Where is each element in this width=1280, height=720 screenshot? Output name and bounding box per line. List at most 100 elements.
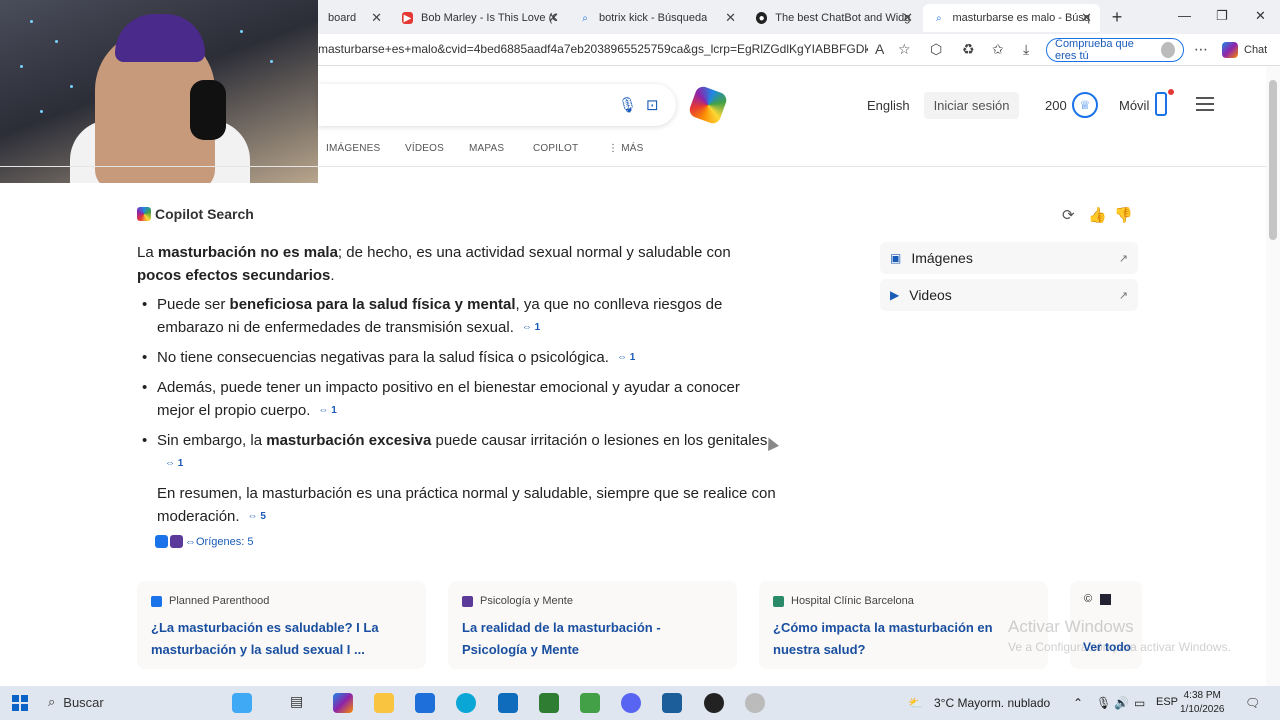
mobile-link[interactable]: Móvil [1119,98,1149,113]
read-aloud-icon[interactable]: A [875,41,884,57]
browser-essentials-icon[interactable]: ♻ [962,41,975,58]
extensions-icon[interactable]: ⬡ [930,41,942,58]
minimize-icon[interactable]: — [1178,8,1191,23]
tab-images[interactable]: IMÁGENES [326,143,380,154]
clock[interactable]: 4:38 PM 1/10/2026 [1180,689,1225,717]
taskbar: ⌕ Buscar ▤ ⛅ 3°C Mayorm. nublado ⌃ 🎙 🔊 ▭… [0,686,1280,720]
file-explorer-icon[interactable] [374,693,394,713]
close-icon[interactable]: ✕ [371,10,382,26]
weather-icon[interactable]: ⛅ [908,696,923,710]
maximize-icon[interactable]: ❐ [1216,8,1228,24]
app-icon[interactable] [745,693,765,713]
close-icon[interactable]: ✕ [1081,10,1092,26]
source-card[interactable]: Hospital Clínic Barcelona ¿Cómo impacta … [759,581,1048,669]
source-favicon-icon [1100,594,1111,605]
source-favicon-icon [773,595,784,607]
tab-maps[interactable]: MAPAS [469,143,504,154]
card-title[interactable]: ¿La masturbación es saludable? I La mast… [151,617,412,661]
close-icon[interactable]: ✕ [902,10,913,26]
citation-link[interactable]: ⇔ 1 [617,346,635,369]
tab-botrix-search[interactable]: ⌕ botrix kick - Búsqueda ✕ [569,4,744,32]
signin-button[interactable]: Iniciar sesión [924,92,1019,119]
source-favicon-icon [155,535,168,548]
downloads-icon[interactable]: ⤓ [1023,41,1029,58]
copilot-app-icon[interactable] [333,693,353,713]
rewards-points[interactable]: 200 [1045,98,1067,113]
visual-search-icon[interactable]: ⊡ [646,96,659,114]
scrollbar-thumb[interactable] [1269,80,1277,240]
tab-videos[interactable]: VÍDEOS [405,143,444,154]
close-icon[interactable]: ✕ [548,10,559,26]
citation-link[interactable]: ⇔ 1 [318,399,336,422]
copilot-chat-button[interactable]: Chat [1222,42,1267,58]
edge-icon[interactable] [456,693,476,713]
language-indicator[interactable]: ESP [1156,696,1178,708]
source-favicon-icon [151,595,162,607]
more-options-icon[interactable]: ⋯ [1194,41,1208,58]
taskbar-search[interactable]: ⌕ Buscar [48,694,104,710]
source-card[interactable]: Planned Parenthood ¿La masturbación es s… [137,581,426,669]
card-source: Planned Parenthood [151,595,412,607]
see-all-link[interactable]: Ver todo [1083,640,1131,654]
origins-link[interactable]: ⇔ Orígenes: 5 [155,535,253,548]
tab-copilot[interactable]: COPILOT [533,143,578,154]
notifications-icon[interactable]: 🗨 [1245,696,1260,710]
card-title[interactable]: ¿Cómo impacta la masturbación en nuestra… [773,617,1034,661]
sidebar-item-videos[interactable]: ▶ Videos ↗ [880,279,1138,311]
source-favicon-icon [462,595,473,607]
webcam-overlay [0,0,318,183]
new-tab-button[interactable]: + [1104,6,1130,28]
card-title[interactable]: La realidad de la masturbación - Psicolo… [462,617,723,661]
microphone-icon[interactable]: 🎙 [618,96,637,114]
speaker-icon[interactable]: 🔊 [1114,696,1129,710]
discord-icon[interactable] [621,693,641,713]
network-icon[interactable]: ▭ [1134,696,1145,710]
app-icon[interactable] [232,693,252,713]
url-field[interactable]: masturbarse+es+malo&cvid=4bed6885aadf4a7… [318,42,868,56]
citation-link[interactable]: ⇔ 1 [522,316,540,339]
weather-text[interactable]: 3°C Mayorm. nublado [934,696,1050,710]
obs-icon[interactable] [704,693,724,713]
app-icon[interactable] [580,693,600,713]
app-icon[interactable] [662,693,682,713]
close-icon[interactable]: ✕ [725,10,736,26]
menu-icon[interactable] [1196,97,1214,111]
copilot-logo-icon[interactable] [687,84,729,126]
language-link[interactable]: English [867,98,910,113]
external-link-icon: ↗ [1118,289,1128,302]
thumbs-down-icon[interactable]: 👎 [1114,206,1133,224]
copilot-icon [137,207,151,221]
card-source: Hospital Clínic Barcelona [773,595,1034,607]
chevron-up-icon[interactable]: ⌃ [1073,696,1083,710]
tab-dashboard[interactable]: board ✕ [318,4,390,32]
microphone-icon[interactable]: 🎙 [1096,696,1111,710]
search-box[interactable]: 🎙 ⊡ [318,84,676,126]
nvidia-icon[interactable] [539,693,559,713]
avatar [1161,42,1175,58]
source-card[interactable]: Psicología y Mente La realidad de la mas… [448,581,737,669]
store-icon[interactable] [415,693,435,713]
windows-start-icon[interactable] [12,695,28,711]
favorite-star-icon[interactable]: ☆ [898,41,911,58]
citation-link[interactable]: ⇔ 1 [165,452,183,475]
phone-icon[interactable] [1155,92,1167,116]
tab-more[interactable]: ⋮ MÁS [608,143,643,154]
share-icon[interactable]: ⟳ [1062,206,1075,224]
image-icon: ▣ [890,251,902,265]
verify-identity-button[interactable]: Comprueba que eres tú [1046,38,1184,62]
sidebar-item-images[interactable]: ▣ Imágenes ↗ [880,242,1138,274]
rewards-icon[interactable]: ♕ [1072,92,1098,118]
close-window-icon[interactable]: ✕ [1255,8,1266,24]
more-dots-icon: ⋮ [608,143,622,154]
outlook-icon[interactable] [498,693,518,713]
tab-chatbot[interactable]: ● The best ChatBot and Widget ✕ [746,4,921,32]
favorites-icon[interactable]: ✩ [992,41,1004,58]
activation-watermark: Activar Windows [1008,617,1134,636]
tab-youtube[interactable]: ▶ Bob Marley - Is This Love (Offi ✕ [392,4,567,32]
thumbs-up-icon[interactable]: 👍 [1088,206,1107,224]
search-icon: ⌕ [935,12,942,24]
source-favicon-icon [170,535,183,548]
tab-current-search[interactable]: ⌕ masturbarse es malo - Búsqu ✕ [923,4,1100,32]
citation-link[interactable]: ⇔ 5 [248,505,266,528]
task-view-icon[interactable]: ▤ [290,693,310,713]
